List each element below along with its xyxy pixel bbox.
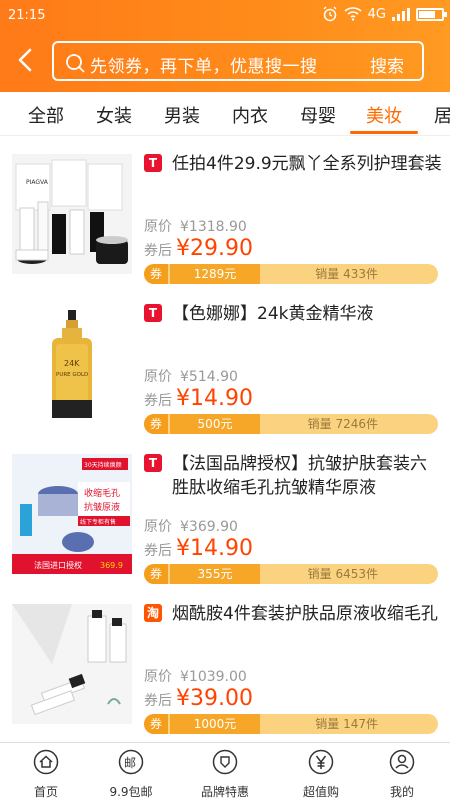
product-title[interactable]: 任拍4件29.9元飘丫全系列护理套装 — [172, 152, 442, 176]
promo-price: 369.9 — [100, 561, 123, 570]
nav-free-shipping[interactable]: 邮 9.9包邮 — [91, 749, 171, 800]
brand-icon — [212, 749, 238, 775]
brand-text: PIAGVA — [26, 179, 49, 186]
nav-free-shipping-label: 9.9包邮 — [109, 785, 153, 799]
promo-text-1: 收缩毛孔 — [84, 487, 120, 499]
product-title[interactable]: 【色娜娜】24k黄金精华液 — [172, 302, 442, 326]
promo-badge: 线下专柜有售 — [80, 518, 116, 526]
tab-baby[interactable]: 母婴 — [300, 102, 336, 128]
bottom-nav: 首页 邮 9.9包邮 品牌特惠 超值购 我的 — [0, 742, 450, 800]
sales-count: 销量 6453件 — [307, 567, 378, 581]
search-input[interactable]: 先领券，再下单，优惠搜一搜 — [90, 52, 318, 77]
tab-all[interactable]: 全部 — [28, 102, 64, 128]
original-price: 原价 ¥369.90 — [144, 519, 238, 535]
promo-text-2: 抗皱原液 — [84, 501, 120, 513]
original-price: 原价 ¥514.90 — [144, 369, 238, 385]
promo-tag: 30天持续焕颜 — [84, 461, 122, 469]
coupon-bar[interactable]: 券 355元 销量 6453件 — [144, 564, 438, 584]
category-tabs: 全部 女装 男装 内衣 母婴 美妆 居 — [0, 92, 450, 136]
product-image[interactable]: PIAGVA — [12, 154, 132, 274]
nav-value-buy[interactable]: 超值购 — [281, 749, 361, 800]
tab-home[interactable]: 居 — [434, 102, 450, 128]
tmall-badge-icon: T — [144, 154, 162, 172]
coupon-price: 券后 ¥39.00 — [144, 686, 253, 711]
yen-icon — [308, 749, 334, 775]
wifi-icon — [344, 7, 362, 21]
coupon-price: 券后 ¥29.90 — [144, 236, 253, 261]
tab-beauty[interactable]: 美妆 — [366, 102, 402, 128]
tmall-badge-icon: T — [144, 454, 162, 472]
product-title[interactable]: 烟酰胺4件套装护肤品原液收缩毛孔 — [172, 602, 442, 626]
tab-underwear[interactable]: 内衣 — [232, 102, 268, 128]
header: 21:15 4G 先领券，再下单，优惠搜一搜 搜索 — [0, 0, 450, 92]
product-card[interactable]: PIAGVA T 任拍4件29.9元飘丫全系列护理套装 原价 ¥1318.90 券… — [0, 140, 450, 290]
sales-count: 销量 433件 — [315, 267, 378, 281]
bottle-label-gold: PURE GOLD — [56, 372, 88, 378]
battery-icon — [416, 7, 447, 21]
product-card[interactable]: 24K PURE GOLD T 【色娜娜】24k黄金精华液 原价 ¥514.90 … — [0, 290, 450, 440]
user-icon — [389, 749, 415, 775]
promo-banner: 法国进口授权 — [34, 560, 82, 570]
coupon-bar[interactable]: 券 1000元 销量 147件 — [144, 714, 438, 734]
coupon-price: 券后 ¥14.90 — [144, 536, 253, 561]
svg-text:邮: 邮 — [124, 756, 136, 770]
status-time: 21:15 — [8, 8, 46, 23]
alarm-icon — [323, 6, 337, 22]
product-card[interactable]: 淘 烟酰胺4件套装护肤品原液收缩毛孔 原价 ¥1039.00 券后 ¥39.00 券… — [0, 590, 450, 740]
taobao-badge-icon: 淘 — [144, 604, 162, 622]
status-icons: 4G — [322, 6, 447, 22]
nav-mine-label: 我的 — [389, 785, 414, 799]
home-icon — [33, 749, 59, 775]
original-price: 原价 ¥1039.00 — [144, 669, 247, 685]
search-icon — [66, 54, 85, 73]
mail-icon: 邮 — [118, 749, 144, 775]
back-arrow-icon[interactable] — [14, 46, 38, 74]
sales-count: 销量 7246件 — [307, 417, 378, 431]
signal-icon — [392, 8, 410, 21]
network-type: 4G — [367, 6, 386, 22]
search-button[interactable]: 搜索 — [370, 52, 404, 77]
product-image[interactable] — [12, 604, 132, 724]
nav-brand-deals-label: 品牌特惠 — [200, 785, 249, 799]
coupon-bar[interactable]: 券 1289元 销量 433件 — [144, 264, 438, 284]
nav-value-buy-label: 超值购 — [302, 785, 339, 799]
nav-home-label: 首页 — [33, 785, 58, 799]
tmall-badge-icon: T — [144, 304, 162, 322]
product-title[interactable]: 【法国品牌授权】抗皱护肤套装六胜肽收缩毛孔抗皱精华原液 — [172, 452, 442, 500]
product-image[interactable]: 24K PURE GOLD — [12, 304, 132, 424]
bottle-label-24k: 24K — [64, 359, 80, 368]
tab-womens[interactable]: 女装 — [96, 102, 132, 128]
coupon-bar[interactable]: 券 500元 销量 7246件 — [144, 414, 438, 434]
original-price: 原价 ¥1318.90 — [144, 219, 247, 235]
coupon-price: 券后 ¥14.90 — [144, 386, 253, 411]
nav-brand-deals[interactable]: 品牌特惠 — [185, 749, 265, 800]
search-box[interactable]: 先领券，再下单，优惠搜一搜 搜索 — [52, 41, 424, 81]
active-tab-indicator — [350, 131, 418, 134]
status-bar: 21:15 4G — [0, 0, 450, 30]
nav-home[interactable]: 首页 — [6, 749, 86, 800]
nav-mine[interactable]: 我的 — [362, 749, 442, 800]
tab-mens[interactable]: 男装 — [164, 102, 200, 128]
product-image[interactable]: 30天持续焕颜 收缩毛孔 抗皱原液 线下专柜有售 法国进口授权 369.9 — [12, 454, 132, 574]
product-card[interactable]: 30天持续焕颜 收缩毛孔 抗皱原液 线下专柜有售 法国进口授权 369.9 T … — [0, 440, 450, 590]
sales-count: 销量 147件 — [315, 717, 378, 731]
